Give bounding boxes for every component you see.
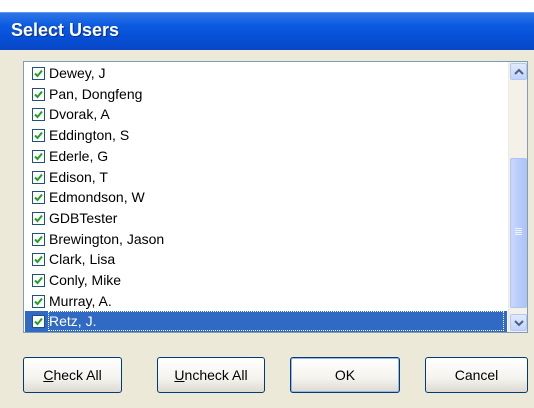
ok-label: OK bbox=[334, 367, 356, 383]
user-checkbox[interactable] bbox=[32, 108, 45, 122]
uncheck-all-label: ncheck All bbox=[184, 367, 248, 383]
user-name-label: Dvorak, A bbox=[49, 106, 110, 123]
user-checkbox[interactable] bbox=[32, 67, 45, 80]
list-item[interactable]: Dewey, J bbox=[25, 63, 507, 84]
user-name-label: Eddington, S bbox=[49, 127, 130, 144]
user-checkbox[interactable] bbox=[32, 253, 45, 267]
top-margin bbox=[0, 0, 534, 12]
checkmark-icon bbox=[34, 297, 43, 306]
list-item[interactable]: Conly, Mike bbox=[25, 270, 507, 291]
dialog-title: Select Users bbox=[11, 20, 120, 40]
cancel-button[interactable]: Cancel bbox=[425, 357, 528, 393]
user-name-label: Ederle, G bbox=[49, 147, 109, 164]
checkmark-icon bbox=[34, 131, 43, 140]
check-all-label: heck All bbox=[53, 367, 102, 383]
list-item[interactable]: Murray, A. bbox=[25, 291, 507, 312]
list-item[interactable]: Eddington, S bbox=[25, 125, 507, 146]
user-name-label: Edmondson, W bbox=[49, 189, 145, 206]
user-checkbox[interactable] bbox=[32, 129, 45, 143]
list-item[interactable]: Edison, T bbox=[25, 167, 507, 188]
checkmark-icon bbox=[34, 111, 43, 119]
checkmark-icon bbox=[34, 256, 43, 264]
user-name-label: Brewington, Jason bbox=[49, 230, 165, 247]
list-item[interactable]: Edmondson, W bbox=[25, 187, 507, 208]
users-list: Dewey, J Pan, Dongfeng Dvorak, A Eddington,… bbox=[24, 62, 508, 332]
list-item[interactable]: Retz, J. bbox=[25, 311, 507, 332]
user-checkbox[interactable] bbox=[32, 315, 45, 329]
user-checkbox[interactable] bbox=[32, 274, 45, 287]
user-name-label: GDBTester bbox=[49, 209, 118, 226]
checkmark-icon bbox=[34, 173, 43, 181]
user-name-label: Pan, Dongfeng bbox=[49, 85, 143, 102]
user-checkbox[interactable] bbox=[32, 232, 45, 246]
ok-button[interactable]: OK bbox=[290, 357, 400, 393]
user-checkbox[interactable] bbox=[32, 87, 45, 101]
list-item[interactable]: Clark, Lisa bbox=[25, 249, 507, 270]
grip-icon bbox=[515, 228, 522, 236]
uncheck-all-button[interactable]: Uncheck All bbox=[157, 357, 265, 393]
list-item[interactable]: Pan, Dongfeng bbox=[25, 84, 507, 105]
scroll-up-button[interactable] bbox=[510, 63, 527, 80]
checkmark-icon bbox=[34, 194, 43, 202]
scroll-thumb[interactable] bbox=[510, 158, 527, 308]
user-checkbox[interactable] bbox=[32, 211, 45, 225]
user-name-label: Conly, Mike bbox=[49, 272, 122, 288]
user-checkbox[interactable] bbox=[32, 294, 45, 308]
user-name-label: Clark, Lisa bbox=[49, 251, 116, 268]
uncheck-all-mnemonic: U bbox=[174, 367, 185, 383]
user-name-label: Murray, A. bbox=[49, 292, 112, 309]
user-name-label: Dewey, J bbox=[49, 65, 106, 81]
list-item[interactable]: Dvorak, A bbox=[25, 104, 507, 125]
vertical-scrollbar[interactable] bbox=[508, 62, 527, 332]
checkmark-icon bbox=[34, 152, 43, 161]
checkmark-icon bbox=[34, 276, 43, 285]
list-item[interactable]: Brewington, Jason bbox=[25, 229, 507, 250]
scroll-down-button[interactable] bbox=[510, 314, 527, 331]
checkmark-icon bbox=[34, 214, 43, 223]
title-bar[interactable]: Select Users bbox=[0, 12, 534, 50]
checkmark-icon bbox=[34, 318, 43, 326]
cancel-label: Cancel bbox=[454, 367, 499, 383]
chevron-up-icon bbox=[514, 68, 524, 75]
list-item[interactable]: GDBTester bbox=[25, 208, 507, 229]
user-checkbox[interactable] bbox=[32, 191, 45, 205]
checkmark-icon bbox=[34, 235, 43, 244]
user-name-label: Edison, T bbox=[49, 168, 108, 185]
check-all-button[interactable]: Check All bbox=[23, 357, 122, 393]
user-name-label: Retz, J. bbox=[49, 313, 97, 330]
checkmark-icon bbox=[34, 90, 43, 99]
chevron-down-icon bbox=[514, 320, 524, 327]
users-listbox[interactable]: Dewey, J Pan, Dongfeng Dvorak, A Eddington,… bbox=[23, 61, 528, 333]
list-item[interactable]: Ederle, G bbox=[25, 146, 507, 167]
focus-rectangle bbox=[48, 311, 504, 332]
user-checkbox[interactable] bbox=[32, 170, 45, 184]
user-checkbox[interactable] bbox=[32, 149, 45, 163]
select-users-dialog: Select Users Dewey, J Pan, Dongfeng Dvorak… bbox=[0, 0, 534, 408]
checkmark-icon bbox=[34, 69, 43, 78]
check-all-mnemonic: C bbox=[43, 367, 54, 383]
